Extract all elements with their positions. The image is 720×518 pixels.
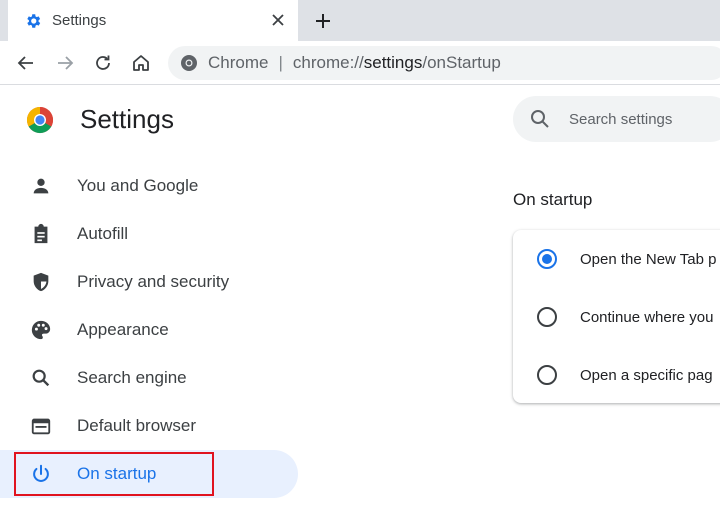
back-arrow-icon[interactable] bbox=[14, 51, 38, 75]
option-label: Continue where you bbox=[580, 308, 714, 326]
sidebar-item-label: Autofill bbox=[77, 224, 129, 243]
url-host: settings bbox=[363, 53, 423, 72]
option-label: Open the New Tab p bbox=[580, 250, 717, 268]
search-icon bbox=[529, 108, 551, 130]
reload-icon[interactable] bbox=[91, 51, 115, 75]
tab-strip: Settings bbox=[0, 0, 720, 41]
site-name: Chrome bbox=[208, 53, 269, 72]
sidebar-item-autofill[interactable]: Autofill bbox=[0, 210, 298, 258]
sidebar-item-search-engine[interactable]: Search engine bbox=[0, 354, 298, 402]
browser-window-icon bbox=[29, 414, 53, 438]
browser-toolbar: Chrome | chrome://settings/onStartup bbox=[0, 41, 720, 85]
red-highlight-annotation bbox=[14, 452, 214, 496]
url-separator: | bbox=[278, 53, 283, 72]
sidebar-item-label: Appearance bbox=[77, 320, 169, 339]
sidebar-item-label: Privacy and security bbox=[77, 272, 230, 291]
sidebar-item-appearance[interactable]: Appearance bbox=[0, 306, 298, 354]
sidebar-item-label: Search engine bbox=[77, 368, 187, 387]
shield-icon bbox=[29, 270, 53, 294]
page-title: Settings bbox=[80, 104, 174, 134]
settings-tab[interactable]: Settings bbox=[8, 0, 298, 41]
search-settings-box[interactable] bbox=[513, 96, 720, 142]
close-icon[interactable] bbox=[268, 10, 288, 30]
option-open-specific-page[interactable]: Open a specific pag bbox=[513, 346, 720, 403]
sidebar-item-privacy-and-security[interactable]: Privacy and security bbox=[0, 258, 298, 306]
gear-icon bbox=[24, 12, 42, 30]
radio-button-checked[interactable] bbox=[537, 249, 557, 269]
search-input[interactable] bbox=[569, 110, 719, 128]
radio-button[interactable] bbox=[537, 307, 557, 327]
url-path: /onStartup bbox=[422, 53, 501, 72]
sidebar-item-default-browser[interactable]: Default browser bbox=[0, 402, 298, 450]
forward-arrow-icon[interactable] bbox=[53, 51, 77, 75]
on-startup-options-card: Open the New Tab p Continue where you Op… bbox=[513, 230, 720, 403]
tab-title: Settings bbox=[52, 12, 107, 29]
person-icon bbox=[29, 174, 53, 198]
address-bar[interactable]: Chrome | chrome://settings/onStartup bbox=[168, 46, 720, 80]
chrome-site-icon bbox=[180, 54, 198, 72]
home-icon[interactable] bbox=[129, 51, 153, 75]
sidebar-item-label: Default browser bbox=[77, 416, 197, 435]
option-open-new-tab[interactable]: Open the New Tab p bbox=[513, 230, 720, 288]
sidebar-item-label: You and Google bbox=[77, 176, 199, 195]
palette-icon bbox=[29, 318, 53, 342]
search-icon bbox=[29, 366, 53, 390]
option-continue-where-left[interactable]: Continue where you bbox=[513, 288, 720, 346]
section-title: On startup bbox=[513, 190, 593, 209]
new-tab-plus-icon[interactable] bbox=[310, 8, 336, 34]
clipboard-icon bbox=[29, 222, 53, 246]
url-text: chrome://settings/onStartup bbox=[293, 53, 501, 73]
option-label: Open a specific pag bbox=[580, 366, 713, 384]
radio-button[interactable] bbox=[537, 365, 557, 385]
sidebar-item-you-and-google[interactable]: You and Google bbox=[0, 162, 298, 210]
url-scheme: chrome:// bbox=[292, 53, 364, 72]
chrome-logo-icon bbox=[26, 106, 54, 134]
